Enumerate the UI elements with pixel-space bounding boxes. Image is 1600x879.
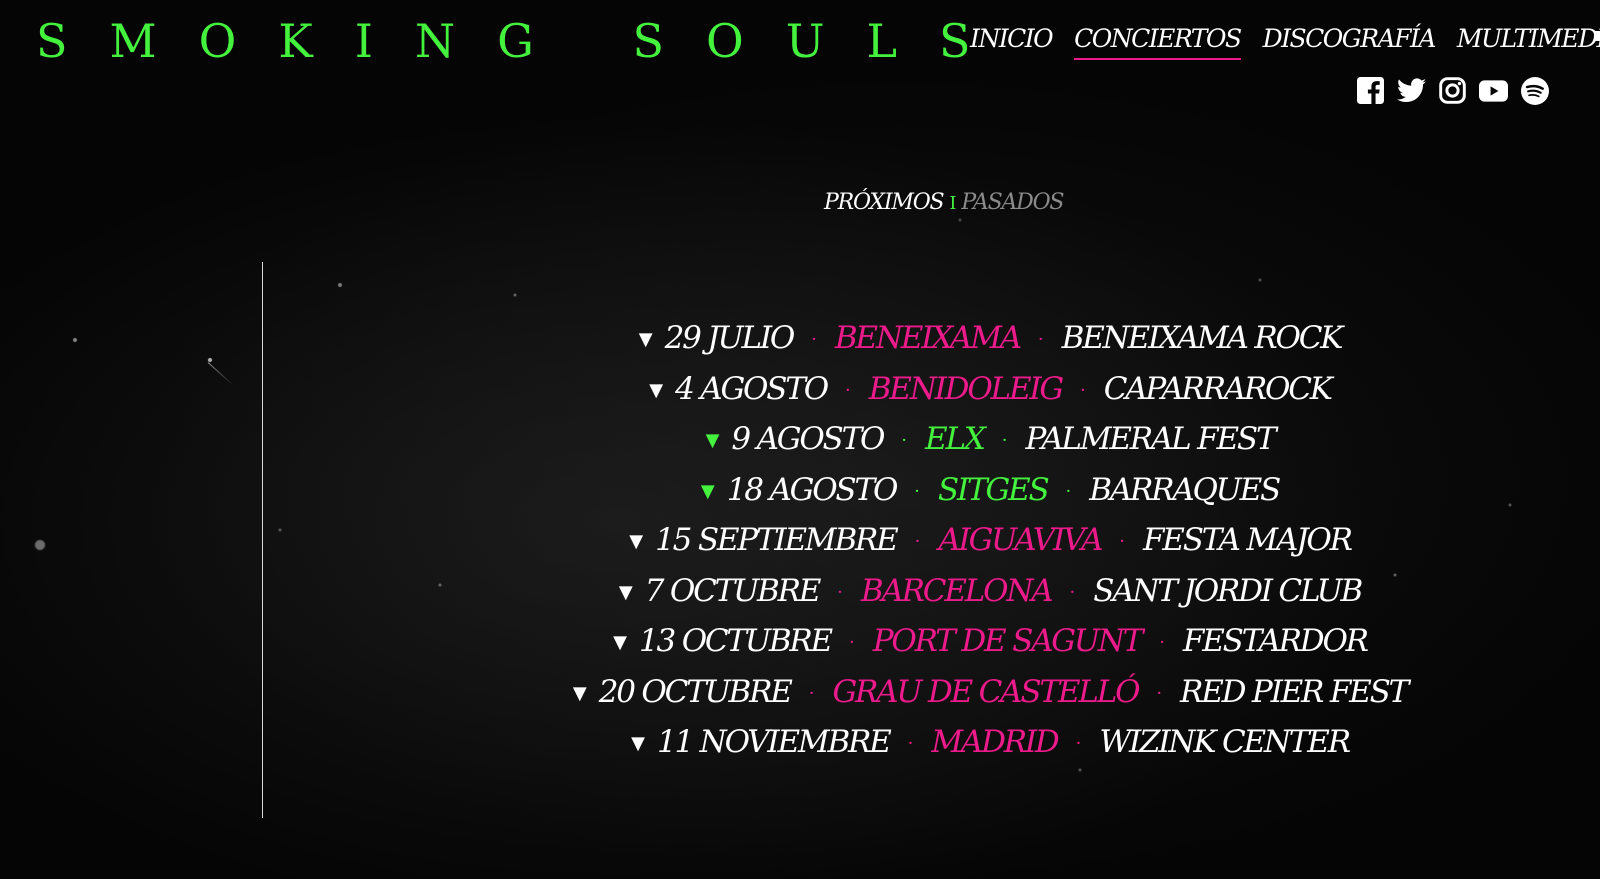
concert-city: PORT DE SAGUNT [872, 623, 1144, 659]
separator-dot: · [1037, 329, 1044, 350]
caret-down-icon: ▼ [638, 329, 653, 350]
concert-city: SITGES [937, 471, 1050, 508]
facebook-icon[interactable] [1356, 76, 1385, 105]
concert-venue: BENEIXAMA ROCK [1061, 320, 1344, 356]
separator-dot: · [808, 682, 815, 704]
separator-dot: · [1065, 480, 1072, 502]
concert-date: 29 JULIO [664, 320, 796, 356]
separator-dot: · [1156, 682, 1163, 704]
concert-venue: WIZINK CENTER [1099, 724, 1351, 760]
separator-dot: · [907, 733, 914, 754]
separator-dot: · [837, 581, 843, 603]
concert-city: GRAU DE CASTELLÓ [832, 673, 1140, 710]
caret-down-icon: ▼ [649, 379, 664, 401]
main-nav: INICIO CONCIERTOS DISCOGRAFÍA MULTIMEDIA [970, 22, 1600, 60]
concert-row[interactable]: ▼ 13 OCTUBRE · PORT DE SAGUNT · FESTARDOR [360, 616, 1600, 667]
concert-date: 20 OCTUBRE [598, 673, 793, 710]
concert-city: BENIDOLEIG [868, 370, 1064, 407]
concert-row[interactable]: ▼ 18 AGOSTO · SITGES · BARRAQUES [360, 465, 1600, 516]
concert-row[interactable]: ▼ 11 NOVIEMBRE · MADRID · WIZINK CENTER [360, 717, 1600, 768]
concert-row[interactable]: ▼ 20 OCTUBRE · GRAU DE CASTELLÓ · RED PIER FE… [360, 667, 1600, 718]
tab-separator: I [949, 193, 956, 214]
separator-dot: · [844, 379, 851, 401]
nav-item-discografia[interactable]: DISCOGRAFÍA [1263, 22, 1437, 60]
nav-item-conciertos[interactable]: CONCIERTOS [1074, 22, 1242, 60]
separator-dot: · [1069, 581, 1076, 603]
concert-list: ▼ 29 JULIO · BENEIXAMA · BENEIXAMA ROCK ▼ 4 AG… [360, 313, 1600, 768]
separator-dot: · [914, 480, 920, 502]
concert-date: 4 AGOSTO [675, 370, 829, 407]
concert-row[interactable]: ▼ 4 AGOSTO · BENIDOLEIG · CAPARRAROCK [360, 364, 1600, 415]
separator-dot: · [1119, 531, 1125, 552]
tab-past[interactable]: PASADOS [961, 190, 1064, 215]
caret-down-icon: ▼ [631, 733, 645, 754]
tab-upcoming[interactable]: PRÓXIMOS [824, 190, 945, 215]
vertical-divider [262, 262, 263, 818]
concert-venue: FESTARDOR [1182, 623, 1369, 659]
caret-down-icon: ▼ [572, 682, 587, 704]
social-links [1356, 76, 1549, 105]
concert-row[interactable]: ▼ 7 OCTUBRE · BARCELONA · SANT JORDI CLUB [360, 566, 1600, 617]
caret-down-icon: ▼ [613, 632, 627, 653]
caret-down-icon: ▼ [705, 430, 720, 451]
concert-city: AIGUAVIVA [938, 522, 1103, 558]
separator-dot: · [1001, 430, 1008, 451]
spotify-icon[interactable] [1520, 76, 1549, 105]
nav-item-multimedia[interactable]: MULTIMEDIA [1457, 22, 1600, 60]
concert-date: 9 AGOSTO [731, 421, 885, 457]
background-star-streak [207, 362, 234, 386]
twitter-icon[interactable] [1397, 76, 1426, 105]
concert-tabs: PRÓXIMOS I PASADOS [824, 188, 1065, 219]
separator-dot: · [901, 430, 908, 451]
concert-city: BENEIXAMA [834, 320, 1022, 356]
caret-down-icon: ▼ [629, 531, 644, 552]
concert-venue: RED PIER FEST [1180, 673, 1409, 710]
concert-venue: PALMERAL FEST [1025, 421, 1276, 457]
concert-venue: CAPARRAROCK [1103, 370, 1333, 407]
separator-dot: · [1079, 379, 1086, 401]
nav-item-inicio[interactable]: INICIO [970, 22, 1054, 60]
concert-venue: BARRAQUES [1089, 471, 1281, 508]
concert-venue: SANT JORDI CLUB [1093, 572, 1363, 609]
concert-venue: FESTA MAJOR [1143, 522, 1353, 558]
concert-row[interactable]: ▼ 15 SEPTIEMBRE · AIGUAVIVA · FESTA MAJOR [360, 515, 1600, 566]
concert-date: 18 AGOSTO [726, 471, 899, 508]
concert-row[interactable]: ▼ 29 JULIO · BENEIXAMA · BENEIXAMA ROCK [360, 313, 1600, 364]
site-logo[interactable]: SMOKING SOULS [36, 12, 1013, 70]
concert-city: MADRID [931, 724, 1059, 760]
concert-city: ELX [925, 421, 986, 457]
concert-date: 7 OCTUBRE [644, 572, 822, 609]
separator-dot: · [914, 531, 921, 552]
separator-dot: · [811, 329, 817, 350]
separator-dot: · [1159, 632, 1165, 653]
nav-overflow-item[interactable] [1594, 31, 1600, 41]
instagram-icon[interactable] [1438, 76, 1467, 105]
concert-row[interactable]: ▼ 9 AGOSTO · ELX · PALMERAL FEST [360, 414, 1600, 465]
concert-date: 11 NOVIEMBRE [656, 724, 892, 760]
concert-date: 15 SEPTIEMBRE [655, 522, 899, 558]
separator-dot: · [1075, 733, 1082, 754]
separator-dot: · [849, 632, 855, 653]
caret-down-icon: ▼ [618, 581, 633, 603]
caret-down-icon: ▼ [700, 480, 715, 502]
concert-city: BARCELONA [860, 572, 1054, 609]
youtube-icon[interactable] [1479, 76, 1508, 105]
concert-date: 13 OCTUBRE [639, 623, 833, 659]
